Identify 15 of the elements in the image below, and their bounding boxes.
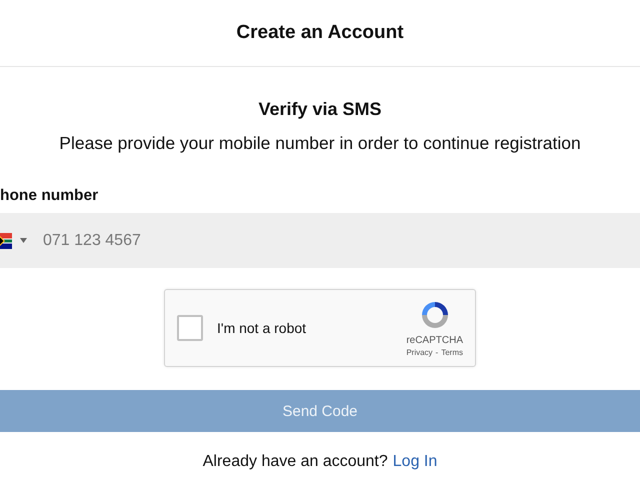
login-link[interactable]: Log In [392,453,438,471]
captcha-brand: reCAPTCHA [406,335,463,346]
captcha-label: I'm not a robot [217,320,308,336]
account-prompt: Already have an account? [202,453,388,471]
instruction-text: Please provide your mobile number in order to continue registration [58,133,582,154]
phone-input[interactable]: 071 123 4567 [41,230,345,250]
page-title: Create an Account [236,22,404,44]
field-label: hone number [0,187,100,205]
captcha-checkbox[interactable] [177,315,203,341]
caret-icon[interactable] [20,238,27,243]
terms-link[interactable]: Terms [441,348,463,357]
link-separator: - [436,348,438,357]
privacy-link[interactable]: Privacy [406,348,433,357]
flag-icon[interactable] [0,232,12,248]
section-heading: Verify via SMS [257,99,383,120]
